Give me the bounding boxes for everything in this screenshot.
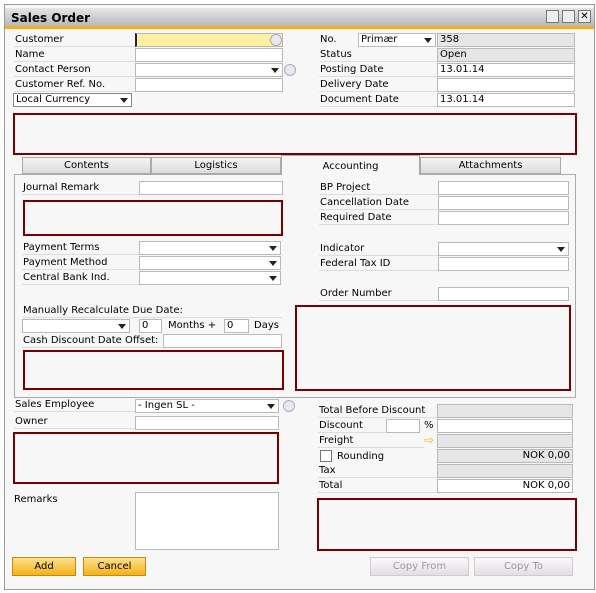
indicator-label: Indicator bbox=[319, 242, 438, 256]
highlight-box bbox=[13, 113, 577, 155]
order-number-label: Order Number bbox=[319, 287, 438, 301]
window-title: Sales Order bbox=[11, 11, 91, 25]
remarks-label: Remarks bbox=[14, 494, 58, 505]
percent-label: % bbox=[424, 420, 434, 431]
total-before-discount-label: Total Before Discount bbox=[318, 404, 437, 418]
currency-dropdown[interactable]: Local Currency bbox=[13, 93, 132, 107]
copy-from-button[interactable]: Copy From bbox=[370, 557, 469, 576]
rounding-checkbox[interactable] bbox=[320, 450, 332, 462]
series-dropdown[interactable]: Primær bbox=[358, 33, 436, 47]
total-label: Total bbox=[318, 479, 437, 493]
posting-date-label: Posting Date bbox=[319, 63, 437, 77]
delivery-date-input[interactable] bbox=[437, 78, 575, 92]
contact-person-dropdown[interactable] bbox=[135, 63, 283, 77]
owner-input[interactable] bbox=[135, 416, 279, 430]
payment-method-dropdown[interactable] bbox=[139, 256, 281, 270]
indicator-dropdown[interactable] bbox=[438, 242, 569, 256]
rounding-label: Rounding bbox=[337, 451, 385, 462]
owner-label: Owner bbox=[14, 415, 135, 429]
tab-accounting[interactable]: Accounting bbox=[281, 155, 420, 175]
close-button[interactable]: ✕ bbox=[578, 10, 591, 23]
highlight-box bbox=[295, 305, 571, 391]
customer-input[interactable] bbox=[135, 33, 283, 47]
document-date-label: Document Date bbox=[319, 93, 437, 107]
federal-tax-input[interactable] bbox=[438, 257, 569, 271]
recalc-dropdown[interactable] bbox=[22, 319, 130, 333]
central-bank-label: Central Bank Ind. bbox=[22, 271, 139, 285]
discount-amount-input[interactable] bbox=[437, 419, 573, 433]
discount-percent-input[interactable] bbox=[386, 419, 420, 433]
payment-terms-dropdown[interactable] bbox=[139, 241, 281, 255]
days-input[interactable]: 0 bbox=[224, 319, 249, 333]
total-before-discount-value bbox=[437, 404, 573, 418]
no-label: No. bbox=[320, 34, 337, 45]
sales-employee-label: Sales Employee bbox=[14, 398, 135, 412]
tax-label: Tax bbox=[318, 464, 437, 478]
tab-contents[interactable]: Contents bbox=[22, 157, 151, 174]
required-date-label: Required Date bbox=[319, 211, 438, 225]
payment-method-label: Payment Method bbox=[22, 256, 139, 270]
arrow-right-icon[interactable]: ⇨ bbox=[424, 433, 434, 447]
rounding-value: NOK 0,00 bbox=[437, 449, 573, 463]
copy-to-button[interactable]: Copy To bbox=[474, 557, 573, 576]
tab-attachments[interactable]: Attachments bbox=[420, 157, 561, 174]
central-bank-dropdown[interactable] bbox=[139, 271, 281, 285]
document-date-input[interactable]: 13.01.14 bbox=[437, 93, 575, 107]
posting-date-input[interactable]: 13.01.14 bbox=[437, 63, 575, 77]
name-label: Name bbox=[14, 48, 135, 62]
contact-person-label: Contact Person bbox=[14, 63, 135, 77]
cancellation-date-input[interactable] bbox=[438, 196, 569, 210]
add-button[interactable]: Add bbox=[12, 557, 76, 576]
list-icon[interactable] bbox=[284, 64, 296, 76]
customer-label: Customer bbox=[14, 33, 135, 47]
freight-label: Freight bbox=[318, 434, 424, 448]
list-icon[interactable] bbox=[283, 400, 295, 412]
freight-value bbox=[437, 434, 573, 448]
highlight-box bbox=[13, 432, 279, 484]
name-input[interactable] bbox=[135, 48, 283, 62]
customer-ref-input[interactable] bbox=[135, 78, 283, 92]
payment-terms-label: Payment Terms bbox=[22, 241, 139, 255]
list-icon[interactable] bbox=[270, 34, 282, 46]
remarks-textarea[interactable] bbox=[135, 492, 279, 550]
status-value: Open bbox=[437, 48, 575, 62]
document-number: 358 bbox=[437, 33, 575, 47]
status-label: Status bbox=[319, 48, 437, 62]
highlight-box bbox=[23, 200, 283, 236]
bp-project-input[interactable] bbox=[438, 181, 569, 195]
journal-remark-input[interactable] bbox=[139, 181, 283, 195]
discount-label: Discount bbox=[318, 419, 386, 433]
days-label: Days bbox=[254, 320, 279, 331]
order-number-input[interactable] bbox=[438, 287, 569, 301]
bp-project-label: BP Project bbox=[319, 181, 438, 195]
months-input[interactable]: 0 bbox=[139, 319, 162, 333]
tax-value bbox=[437, 464, 573, 478]
tab-logistics[interactable]: Logistics bbox=[151, 157, 281, 174]
maximize-button[interactable] bbox=[562, 10, 575, 23]
recalc-label: Manually Recalculate Due Date: bbox=[22, 304, 282, 318]
federal-tax-label: Federal Tax ID bbox=[319, 257, 438, 271]
customer-ref-label: Customer Ref. No. bbox=[14, 78, 135, 92]
title-bar: Sales Order bbox=[5, 8, 594, 29]
months-label: Months + bbox=[168, 320, 217, 331]
delivery-date-label: Delivery Date bbox=[319, 78, 437, 92]
minimize-button[interactable] bbox=[546, 10, 559, 23]
required-date-input[interactable] bbox=[438, 211, 569, 225]
journal-remark-label: Journal Remark bbox=[22, 181, 139, 195]
highlight-box bbox=[317, 498, 577, 551]
total-value: NOK 0,00 bbox=[437, 479, 573, 493]
cancel-button[interactable]: Cancel bbox=[83, 557, 146, 576]
cash-discount-input[interactable] bbox=[163, 334, 282, 348]
cash-discount-label: Cash Discount Date Offset: bbox=[22, 334, 163, 348]
cancellation-date-label: Cancellation Date bbox=[319, 196, 438, 210]
sales-employee-dropdown[interactable]: - Ingen SL - bbox=[135, 399, 279, 413]
highlight-box bbox=[23, 350, 284, 390]
